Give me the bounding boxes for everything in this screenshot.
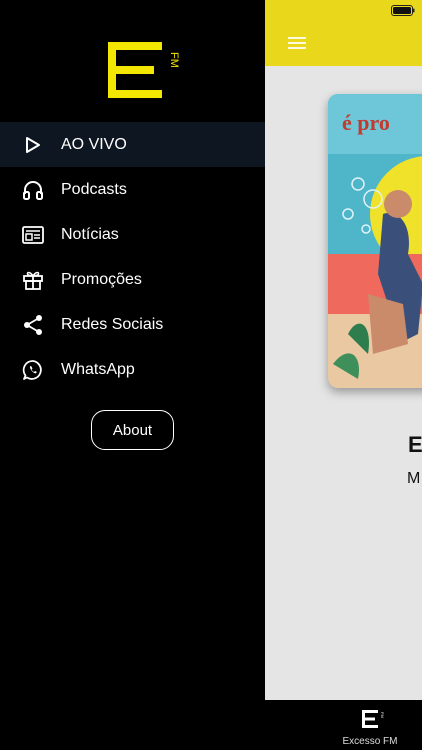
newspaper-icon: [22, 224, 44, 246]
whatsapp-icon: [22, 359, 44, 381]
about-button[interactable]: About: [91, 410, 174, 450]
hamburger-menu-icon[interactable]: [287, 35, 307, 51]
menu-item-ao-vivo[interactable]: AO VIVO: [0, 122, 265, 167]
artwork-text: é pro: [342, 110, 390, 135]
menu-item-label: Podcasts: [61, 180, 127, 198]
bottom-bar-label: Excesso FM: [342, 736, 398, 747]
menu-item-label: Redes Sociais: [61, 315, 164, 333]
album-artwork: é pro: [328, 94, 422, 388]
bottom-bar: FM Excesso FM: [265, 700, 422, 750]
main-content: é pro E M: [265, 0, 422, 750]
menu-item-label: AO VIVO: [61, 135, 127, 153]
menu-item-noticias[interactable]: Notícias: [0, 212, 265, 257]
menu-item-label: Notícias: [61, 225, 119, 243]
menu-item-label: WhatsApp: [61, 360, 135, 378]
track-title: E: [408, 432, 422, 457]
svg-text:FM: FM: [380, 712, 385, 718]
menu-item-label: Promoções: [61, 270, 142, 288]
menu-item-promocoes[interactable]: Promoções: [0, 257, 265, 302]
share-icon: [22, 314, 44, 336]
sidebar: FM AO VIVO Podcasts Notícias Promoções R…: [0, 0, 265, 750]
play-icon: [22, 134, 44, 156]
headphones-icon: [22, 179, 44, 201]
svg-text:FM: FM: [168, 52, 180, 68]
excesso-fm-logo: FM: [108, 42, 180, 98]
gift-icon: [22, 269, 44, 291]
menu-item-redes-sociais[interactable]: Redes Sociais: [0, 302, 265, 347]
battery-icon: [391, 5, 415, 16]
menu-item-podcasts[interactable]: Podcasts: [0, 167, 265, 212]
track-subtitle: M: [407, 470, 421, 487]
menu-item-whatsapp[interactable]: WhatsApp: [0, 347, 265, 392]
bottom-logo-icon[interactable]: FM: [360, 708, 386, 730]
top-bar: [265, 0, 422, 66]
